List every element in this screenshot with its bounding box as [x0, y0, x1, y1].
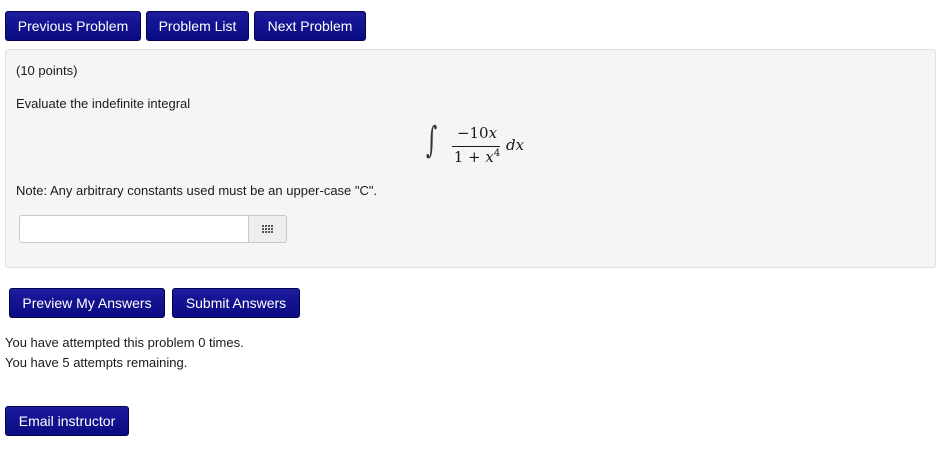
numerator-variable: x	[488, 124, 498, 142]
fraction-bar	[452, 146, 500, 147]
answer-input[interactable]	[19, 215, 249, 243]
denominator-exponent: 4	[493, 148, 501, 159]
attempts-made-text: You have attempted this problem 0 times.	[5, 335, 244, 350]
integral-numerator: −10x	[454, 124, 500, 142]
integral-differential: dx	[506, 136, 525, 154]
previous-problem-button[interactable]: Previous Problem	[5, 11, 141, 41]
equation-editor-button[interactable]	[249, 215, 287, 243]
integral-sign: ∫	[426, 120, 438, 161]
numerator-coefficient: −10	[456, 124, 489, 142]
email-instructor-button[interactable]: Email instructor	[5, 406, 129, 436]
integral-denominator: 1 + x4	[452, 148, 502, 166]
denominator-constant: 1 +	[453, 148, 486, 166]
denominator-variable: x	[485, 148, 494, 166]
submit-answers-button[interactable]: Submit Answers	[172, 288, 300, 318]
problem-panel: (10 points) Evaluate the indefinite inte…	[5, 49, 936, 268]
attempts-remaining-text: You have 5 attempts remaining.	[5, 355, 188, 370]
problem-points: (10 points)	[16, 63, 78, 78]
problem-prompt: Evaluate the indefinite integral	[16, 96, 191, 111]
problem-note: Note: Any arbitrary constants used must …	[16, 183, 378, 198]
preview-answers-button[interactable]: Preview My Answers	[9, 288, 165, 318]
integral-expression: ∫ −10x 1 + x4 dx	[424, 120, 534, 174]
next-problem-button[interactable]: Next Problem	[254, 11, 366, 41]
problem-list-button[interactable]: Problem List	[146, 11, 249, 41]
grid-icon	[262, 225, 274, 234]
